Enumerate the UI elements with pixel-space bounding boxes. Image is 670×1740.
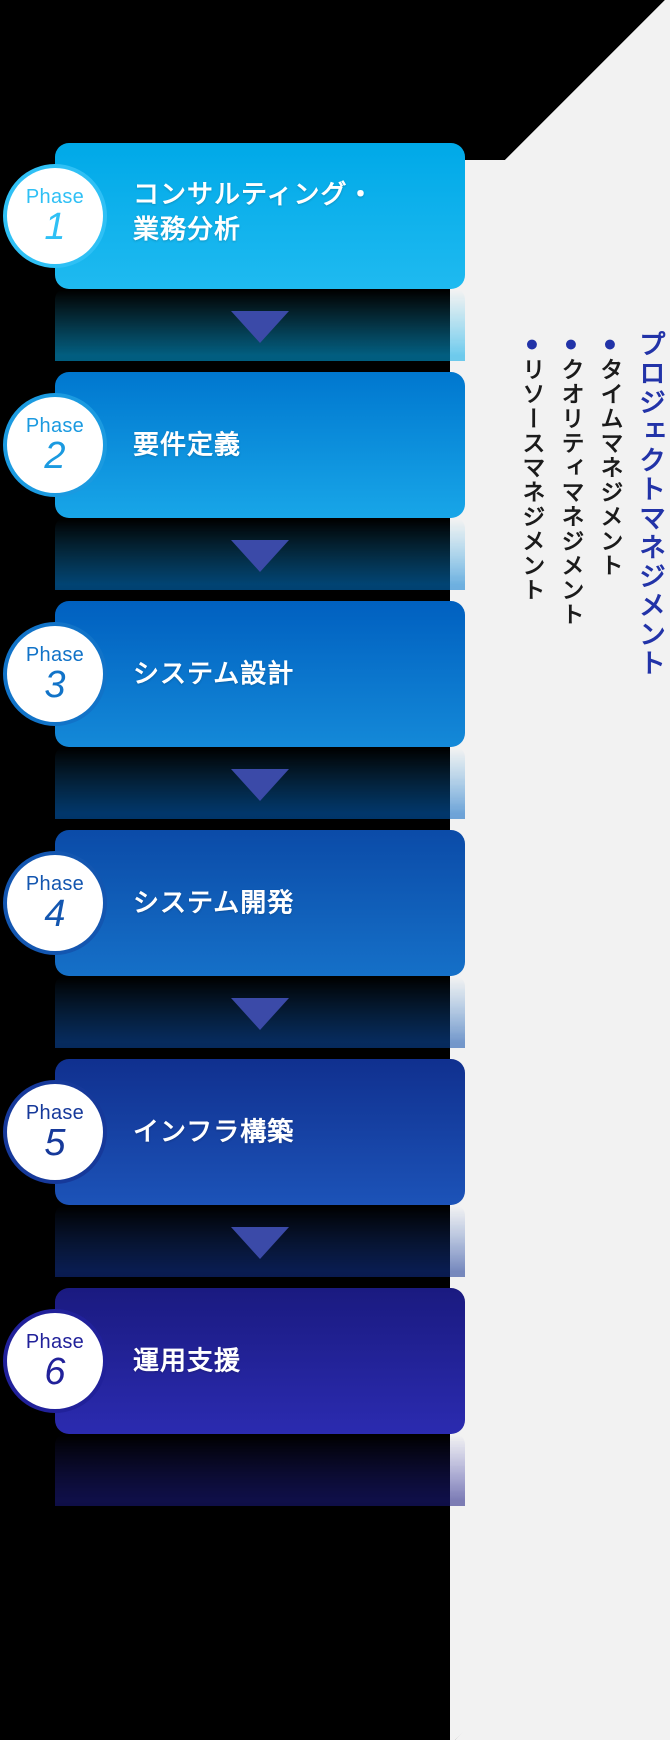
phase-card[interactable]: 要件定義 — [55, 372, 465, 518]
phase-badge-number: 4 — [44, 892, 66, 935]
side-panel: プロジェクトマネジメント ●タイムマネジメント ●クオリティマネジメント ●リソース… — [474, 330, 670, 1450]
side-panel-bullet-item: ●リソースマネジメント — [516, 330, 547, 603]
side-panel-bullets: ●タイムマネジメント ●クオリティマネジメント ●リソースマネジメント — [508, 330, 625, 627]
phase-card[interactable]: システム設計 — [55, 601, 465, 747]
phase-badge[interactable]: Phase 5 — [7, 1084, 103, 1180]
diagram-canvas: コンサルティング・ 業務分析 Phase 1 要件定義 Phase 2 システム設計 Phas… — [0, 0, 670, 1740]
flow-arrow-down-icon — [231, 769, 289, 801]
phase-badge-number: 3 — [44, 663, 66, 706]
flow-arrow-down-icon — [231, 998, 289, 1030]
side-panel-bullet-label: タイムマネジメント — [597, 357, 623, 579]
card-reflection — [55, 1434, 465, 1506]
phase-badge[interactable]: Phase 1 — [7, 168, 103, 264]
bullet-dot-icon: ● — [557, 330, 584, 358]
flow-arrow-down-icon — [231, 311, 289, 343]
side-panel-bullet-label: クオリティマネジメント — [557, 357, 584, 628]
phase-card-title: インフラ構築 — [133, 1116, 295, 1147]
phase-badge-word: Phase — [25, 1330, 85, 1353]
phase-badge-word: Phase — [25, 872, 85, 895]
phase-badge[interactable]: Phase 4 — [7, 855, 103, 951]
phase-card[interactable]: 運用支援 — [55, 1288, 465, 1434]
bullet-dot-icon: ● — [518, 330, 545, 358]
phase-card[interactable]: システム開発 — [55, 830, 465, 976]
phase-card-title: コンサルティング・ 業務分析 — [133, 179, 375, 245]
phase-card-title: 運用支援 — [133, 1345, 242, 1376]
phase-card-title: システム設計 — [133, 658, 295, 689]
phase-badge-word: Phase — [25, 185, 85, 208]
phase-badge-number: 6 — [44, 1350, 66, 1393]
phase-card[interactable]: コンサルティング・ 業務分析 — [55, 143, 465, 289]
phase-badge-word: Phase — [25, 414, 85, 437]
phase-card-title: 要件定義 — [133, 429, 242, 460]
phase-badge[interactable]: Phase 3 — [7, 626, 103, 722]
phase-badge-number: 2 — [44, 434, 66, 477]
phase-badge[interactable]: Phase 2 — [7, 397, 103, 493]
phase-badge-number: 5 — [44, 1121, 66, 1164]
phase-badge-word: Phase — [25, 643, 85, 666]
side-panel-bullet-item: ●タイムマネジメント — [594, 330, 625, 578]
flow-arrow-down-icon — [231, 1227, 289, 1259]
side-panel-bullet-item: ●クオリティマネジメント — [555, 330, 586, 627]
phase-badge-word: Phase — [25, 1101, 85, 1124]
flow-arrow-down-icon — [231, 540, 289, 572]
phase-badge-number: 1 — [44, 205, 66, 248]
side-panel-bullet-label: リソースマネジメント — [518, 357, 545, 603]
phase-badge[interactable]: Phase 6 — [7, 1313, 103, 1409]
phase-card-title: システム開発 — [133, 887, 295, 918]
side-panel-title: プロジェクトマネジメント — [635, 330, 665, 678]
phase-card[interactable]: インフラ構築 — [55, 1059, 465, 1205]
bullet-dot-icon: ● — [597, 330, 623, 358]
